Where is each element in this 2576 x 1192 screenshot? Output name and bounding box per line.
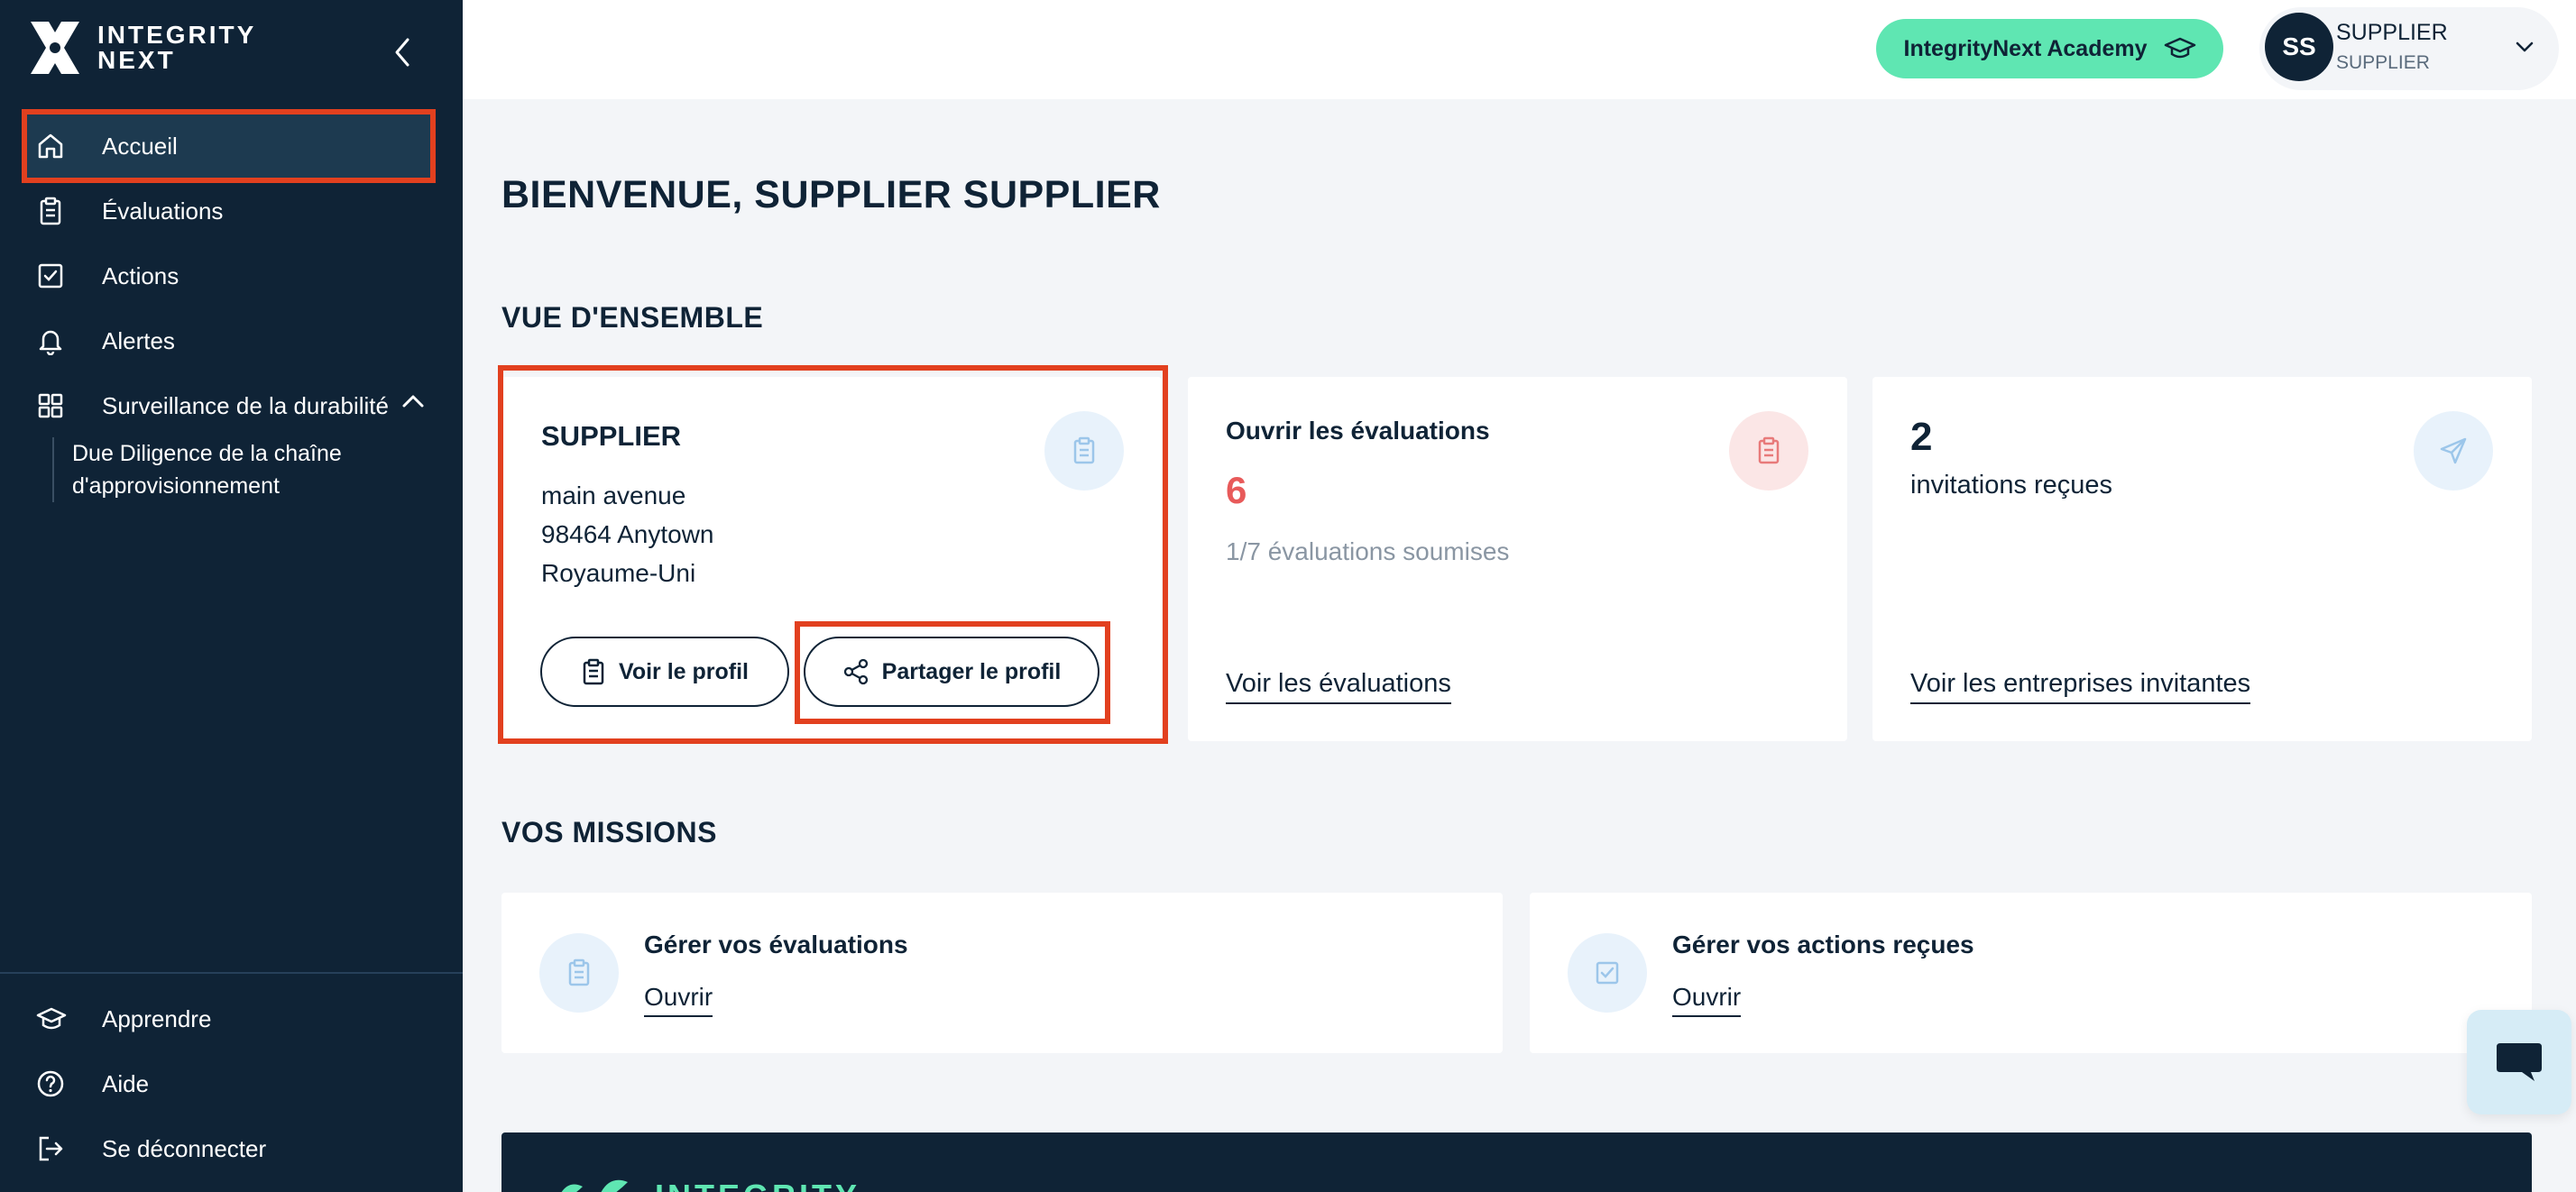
open-evaluations-link[interactable]: Ouvrir (644, 983, 713, 1017)
sidebar-item-alertes[interactable]: Alertes (25, 308, 431, 373)
mission-title: Gérer vos actions reçues (1672, 931, 1974, 958)
mission-title: Gérer vos évaluations (644, 931, 908, 958)
sidebar-item-label: Se déconnecter (102, 1134, 267, 1162)
evaluations-card: Ouvrir les évaluations 6 1/7 évaluations… (1188, 377, 1847, 741)
sidebar-item-label: Évaluations (102, 197, 224, 225)
help-circle-icon (25, 1051, 79, 1116)
avatar-initials: SS (2265, 13, 2333, 81)
send-icon (2414, 411, 2493, 491)
address-country: Royaume-Uni (541, 559, 696, 587)
sidebar-subitem-due-diligence[interactable]: Due Diligence de la chaîne d'approvision… (52, 437, 431, 502)
submitted-evaluations-text: 1/7 évaluations soumises (1226, 537, 1510, 565)
mission-card-actions: Gérer vos actions reçues Ouvrir (1530, 893, 2532, 1053)
clipboard-icon (539, 933, 619, 1013)
bell-icon (25, 308, 79, 373)
chevron-up-icon[interactable] (400, 392, 426, 410)
invitations-count: 2 (1910, 415, 1933, 459)
open-actions-link[interactable]: Ouvrir (1672, 983, 1742, 1017)
invitations-label: invitations reçues (1910, 471, 2113, 500)
page-title: BIENVENUE, SUPPLIER SUPPLIER (501, 173, 1161, 216)
collapse-sidebar-button[interactable] (386, 36, 419, 69)
evaluations-card-title: Ouvrir les évaluations (1226, 417, 1490, 445)
chat-bubble-icon (2497, 1043, 2542, 1081)
sidebar-item-label: Alertes (102, 326, 175, 354)
logout-icon (25, 1116, 79, 1181)
share-profile-label: Partager le profil (881, 658, 1062, 684)
clipboard-icon (583, 658, 604, 685)
sidebar-item-label: Apprendre (102, 1004, 212, 1032)
sidebar-item-label: Surveillance de la durabilité (102, 391, 389, 419)
open-evaluations-count: 6 (1226, 469, 1247, 511)
sidebar-item-actions[interactable]: Actions (25, 243, 431, 308)
sidebar-item-label: Actions (102, 261, 179, 289)
checkbox-icon (1568, 933, 1647, 1013)
brand-line2: NEXT (97, 46, 176, 74)
share-profile-button[interactable]: Partager le profil (804, 637, 1099, 707)
sidebar-item-aide[interactable]: Aide (25, 1051, 431, 1116)
user-name: SUPPLIER (2336, 20, 2448, 45)
avatar: SS (2259, 7, 2342, 90)
user-role: SUPPLIER (2336, 52, 2430, 73)
sidebar-item-label: Aide (102, 1069, 150, 1097)
brand-line1: INTEGRITY (97, 21, 257, 49)
clipboard-icon (25, 179, 79, 243)
address-street: main avenue (541, 481, 686, 509)
promo-banner: INTEGRITY (501, 1132, 2532, 1192)
clipboard-icon (1044, 411, 1124, 491)
company-name: SUPPLIER (541, 420, 682, 452)
sidebar-item-logout[interactable]: Se déconnecter (25, 1116, 431, 1181)
academy-button[interactable]: IntegrityNext Academy (1876, 19, 2223, 78)
chevron-left-icon (395, 38, 409, 67)
view-profile-label: Voir le profil (619, 658, 749, 684)
logo-x-icon (31, 22, 79, 74)
chevron-down-icon (2516, 41, 2534, 52)
address-city: 98464 Anytown (541, 520, 714, 548)
sidebar-item-apprendre[interactable]: Apprendre (25, 986, 431, 1051)
share-icon (843, 658, 868, 685)
graduation-cap-icon (2164, 37, 2195, 59)
chat-widget-button[interactable] (2467, 1010, 2571, 1114)
user-menu[interactable]: SS SUPPLIER SUPPLIER (2259, 7, 2559, 90)
brand-logo[interactable]: INTEGRITY NEXT (25, 18, 256, 78)
grid-icon (25, 373, 79, 438)
sidebar-item-surveillance[interactable]: Surveillance de la durabilité (25, 373, 431, 438)
sidebar-item-label: Accueil (102, 132, 178, 160)
sidebar-divider (0, 972, 463, 974)
academy-button-label: IntegrityNext Academy (1903, 35, 2148, 61)
mission-card-evaluations: Gérer vos évaluations Ouvrir (501, 893, 1503, 1053)
brand-leaf-icon (561, 1179, 628, 1192)
missions-title: VOS MISSIONS (501, 816, 717, 848)
banner-wordmark: INTEGRITY (655, 1178, 860, 1192)
sidebar-item-evaluations[interactable]: Évaluations (25, 179, 431, 243)
home-icon (25, 114, 79, 179)
view-profile-button[interactable]: Voir le profil (540, 637, 789, 707)
invitations-card: 2 invitations reçues Voir les entreprise… (1872, 377, 2532, 741)
view-evaluations-link[interactable]: Voir les évaluations (1226, 669, 1451, 704)
view-inviting-companies-link[interactable]: Voir les entreprises invitantes (1910, 669, 2251, 704)
checkbox-icon (25, 243, 79, 308)
sidebar-item-accueil[interactable]: Accueil (25, 114, 431, 179)
clipboard-icon (1729, 411, 1808, 491)
profile-card: SUPPLIER main avenue 98464 Anytown Royau… (501, 377, 1162, 741)
brand-wordmark: INTEGRITY NEXT (97, 23, 256, 73)
overview-title: VUE D'ENSEMBLE (501, 301, 764, 334)
sidebar: INTEGRITY NEXT Accueil Évaluations Actio… (0, 0, 463, 1192)
graduation-cap-icon (25, 986, 79, 1051)
